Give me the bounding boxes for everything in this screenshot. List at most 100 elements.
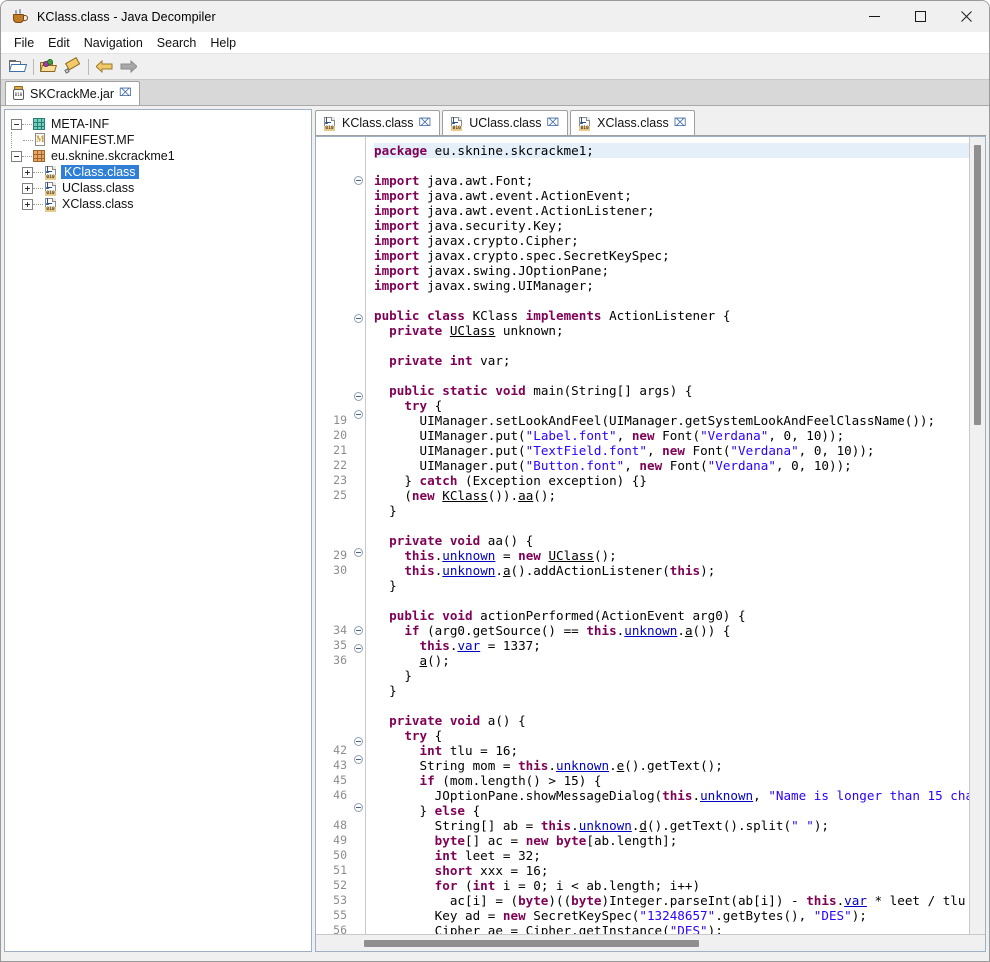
search-pencil-button[interactable] [61,56,85,78]
fold-collapse-icon[interactable] [352,176,365,191]
code-line[interactable]: this.var = 1337; [374,638,969,653]
code-line[interactable]: UIManager.put("TextField.font", new Font… [374,443,969,458]
code-line[interactable]: public class KClass implements ActionLis… [374,308,969,323]
tree-node-meta-inf[interactable]: META-INF [11,116,311,132]
fold-collapse-icon[interactable] [352,737,365,752]
code-line[interactable]: Key ad = new SecretKeySpec("13248657".ge… [374,908,969,923]
code-line[interactable]: String mom = this.unknown.e().getText(); [374,758,969,773]
code-line[interactable]: UIManager.put("Button.font", new Font("V… [374,458,969,473]
fold-collapse-icon[interactable] [352,548,365,563]
code-line[interactable]: } [374,683,969,698]
code-line[interactable]: if (arg0.getSource() == this.unknown.a()… [374,623,969,638]
back-button[interactable] [92,56,116,78]
open-file-button[interactable] [6,56,30,78]
code-line[interactable]: public void actionPerformed(ActionEvent … [374,608,969,623]
code-line[interactable] [374,158,969,173]
editor-tab-close-icon[interactable]: ⌧ [419,117,432,129]
code-text[interactable]: package eu.sknine.skcrackme1; import jav… [366,137,969,934]
code-line[interactable] [374,293,969,308]
code-line[interactable]: try { [374,728,969,743]
tree-node-xclass[interactable]: 010 XClass.class [11,196,311,212]
editor-tab-close-icon[interactable]: ⌧ [674,117,687,129]
code-line[interactable]: try { [374,398,969,413]
code-line[interactable]: } else { [374,803,969,818]
vertical-scroll-thumb[interactable] [974,145,981,425]
menu-navigation[interactable]: Navigation [77,33,150,53]
code-line[interactable] [374,593,969,608]
code-line[interactable] [374,368,969,383]
code-line[interactable]: } [374,578,969,593]
code-line[interactable]: } [374,503,969,518]
expander-plus-icon[interactable] [22,198,33,210]
code-line[interactable]: package eu.sknine.skcrackme1; [374,143,969,158]
code-line[interactable]: if (mom.length() > 15) { [374,773,969,788]
code-line[interactable]: private void a() { [374,713,969,728]
code-line[interactable]: JOptionPane.showMessageDialog(this.unkno… [374,788,969,803]
code-line[interactable]: private int var; [374,353,969,368]
menu-file[interactable]: File [7,33,41,53]
expander-plus-icon[interactable] [22,182,33,194]
code-line[interactable]: String[] ab = this.unknown.d().getText()… [374,818,969,833]
editor-tab-kclass[interactable]: 010 KClass.class ⌧ [315,110,441,135]
horizontal-scroll-thumb[interactable] [364,940,699,947]
menu-edit[interactable]: Edit [41,33,77,53]
code-line[interactable] [374,518,969,533]
tree-node-manifest-mf[interactable]: M MANIFEST.MF [11,132,311,148]
fold-collapse-icon[interactable] [352,626,365,641]
code-line[interactable]: import javax.crypto.spec.SecretKeySpec; [374,248,969,263]
expander-minus-icon[interactable] [11,150,22,162]
tree-node-kclass[interactable]: 010 KClass.class [11,164,311,180]
code-line[interactable]: this.unknown = new UClass(); [374,548,969,563]
code-line[interactable] [374,698,969,713]
code-line[interactable]: } [374,668,969,683]
fold-collapse-icon[interactable] [352,803,365,818]
editor-tab-xclass[interactable]: 010 XClass.class ⌧ [570,110,696,135]
code-line[interactable]: for (int i = 0; i < ab.length; i++) [374,878,969,893]
close-button[interactable] [943,1,989,32]
editor-horizontal-scrollbar[interactable] [316,934,985,951]
code-line[interactable]: } catch (Exception exception) {} [374,473,969,488]
code-line[interactable]: UIManager.setLookAndFeel(UIManager.getSy… [374,413,969,428]
code-line[interactable] [374,338,969,353]
fold-collapse-icon[interactable] [352,644,365,659]
code-line[interactable]: ac[i] = (byte)((byte)Integer.parseInt(ab… [374,893,969,908]
code-line[interactable]: import java.awt.Font; [374,173,969,188]
menu-search[interactable]: Search [150,33,204,53]
maximize-button[interactable] [897,1,943,32]
fold-collapse-icon[interactable] [352,392,365,407]
code-line[interactable]: import java.awt.event.ActionListener; [374,203,969,218]
code-line[interactable]: private UClass unknown; [374,323,969,338]
fold-collapse-icon[interactable] [352,755,365,770]
expander-minus-icon[interactable] [11,118,22,130]
code-line[interactable]: UIManager.put("Label.font", new Font("Ve… [374,428,969,443]
code-line[interactable]: import java.security.Key; [374,218,969,233]
code-line[interactable]: import javax.crypto.Cipher; [374,233,969,248]
editor-vertical-scrollbar[interactable] [969,137,985,934]
code-line[interactable]: (new KClass()).aa(); [374,488,969,503]
open-type-button[interactable] [37,56,61,78]
forward-button[interactable] [116,56,140,78]
code-line[interactable]: short xxx = 16; [374,863,969,878]
editor-tab-close-icon[interactable]: ⌧ [546,117,559,129]
jar-tree[interactable]: META-INF M MANIFEST.MF eu.sknine.skcrack… [5,110,311,951]
code-line[interactable]: import java.awt.event.ActionEvent; [374,188,969,203]
expander-plus-icon[interactable] [22,166,33,178]
minimize-button[interactable] [851,1,897,32]
editor-tab-uclass[interactable]: 010 UClass.class ⌧ [442,110,569,135]
jar-tab-close-icon[interactable]: ⌧ [119,88,132,99]
code-line[interactable]: import javax.swing.UIManager; [374,278,969,293]
code-line[interactable]: Cipher ae = Cipher.getInstance("DES"); [374,923,969,934]
tree-node-uclass[interactable]: 010 UClass.class [11,180,311,196]
code-line[interactable]: import javax.swing.JOptionPane; [374,263,969,278]
jar-tab-skcrackme[interactable]: 010 SKCrackMe.jar ⌧ [5,81,140,105]
fold-collapse-icon[interactable] [352,410,365,425]
code-area[interactable]: 19 20 21 22 23 25 29 30 34 35 36 42 43 45 46 48 49 50 51 52… [316,137,969,934]
code-line[interactable]: this.unknown.a().addActionListener(this)… [374,563,969,578]
code-line[interactable]: int tlu = 16; [374,743,969,758]
code-line[interactable]: public static void main(String[] args) { [374,383,969,398]
tree-node-package-eu-sknine[interactable]: eu.sknine.skcrackme1 [11,148,311,164]
code-line[interactable]: byte[] ac = new byte[ab.length]; [374,833,969,848]
menu-help[interactable]: Help [203,33,243,53]
code-line[interactable]: a(); [374,653,969,668]
code-line[interactable]: private void aa() { [374,533,969,548]
